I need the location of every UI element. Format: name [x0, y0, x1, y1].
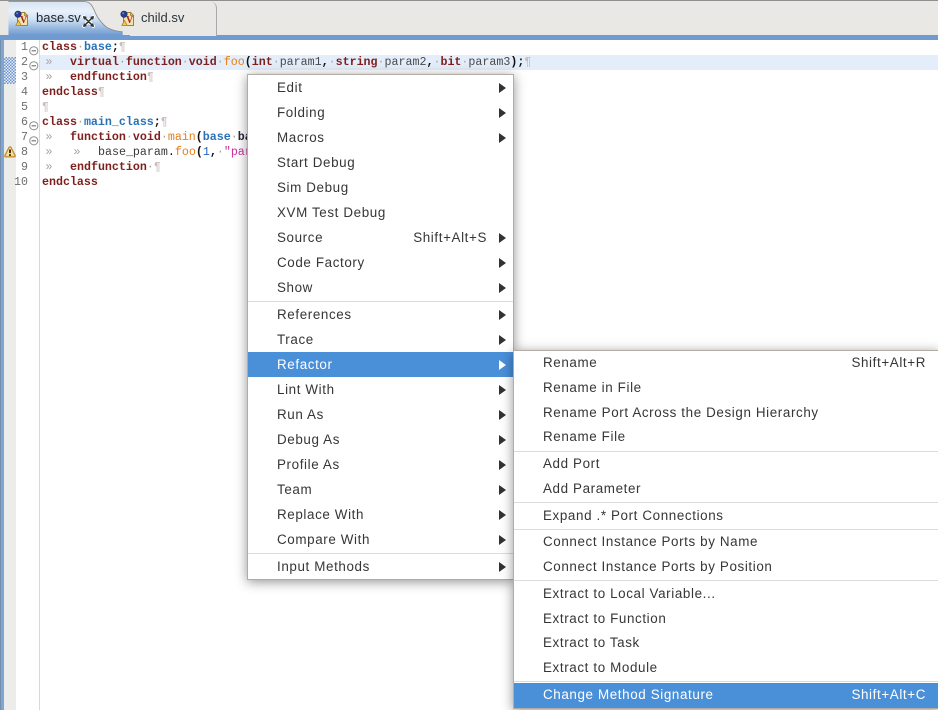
svg-text:V: V — [20, 15, 28, 26]
svg-text:V: V — [126, 15, 134, 26]
